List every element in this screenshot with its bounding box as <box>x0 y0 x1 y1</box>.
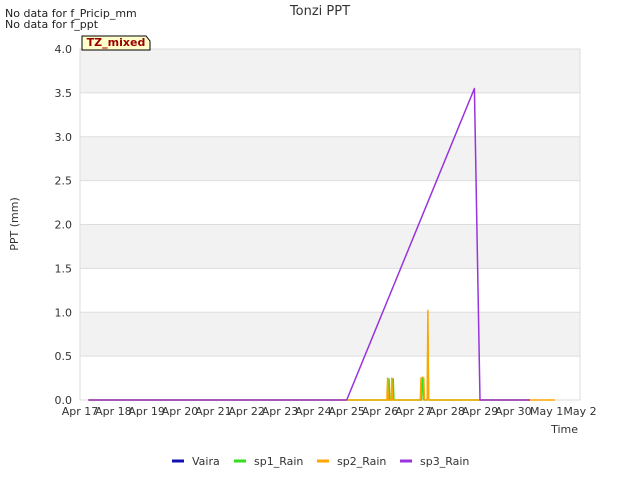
x-tick-label: Apr 19 <box>128 405 165 418</box>
y-tick-label: 1.5 <box>55 262 73 275</box>
y-axis-label: PPT (mm) <box>8 197 21 251</box>
x-tick-label: Apr 21 <box>195 405 232 418</box>
x-tick-label: May 1 <box>530 405 563 418</box>
legend-label-vaira: Vaira <box>192 455 220 468</box>
x-tick-label: Apr 29 <box>462 405 499 418</box>
y-tick-label: 4.0 <box>55 43 73 56</box>
tz-badge-label: TZ_mixed <box>87 36 146 49</box>
x-tick-label: Apr 20 <box>162 405 199 418</box>
legend-label-sp2-rain: sp2_Rain <box>337 455 386 468</box>
x-tick-label: Apr 22 <box>228 405 265 418</box>
chart-title: Tonzi PPT <box>289 4 350 19</box>
y-tick-label: 2.5 <box>55 175 73 188</box>
x-tick-label: Apr 23 <box>262 405 299 418</box>
x-tick-label: May 2 <box>563 405 596 418</box>
y-tick-label: 3.0 <box>55 131 73 144</box>
legend: Vaira sp1_Rain sp2_Rain sp3_Rain <box>172 455 469 468</box>
x-tick-label: Apr 18 <box>95 405 132 418</box>
x-tick-label: Apr 28 <box>428 405 465 418</box>
x-tick-label: Apr 26 <box>362 405 399 418</box>
y-tick-label: 1.0 <box>55 306 73 319</box>
grid-band <box>80 136 580 181</box>
grid-band <box>80 312 580 357</box>
x-tick-label: Apr 30 <box>495 405 532 418</box>
y-tick-label: 0.5 <box>55 350 73 363</box>
tz-badge: TZ_mixed <box>81 35 151 51</box>
x-tick-label: Apr 27 <box>395 405 432 418</box>
y-tick-label: 2.0 <box>55 219 73 232</box>
grid-band <box>80 49 580 93</box>
grid-band <box>80 224 580 269</box>
x-tick-label: Apr 25 <box>328 405 365 418</box>
chart: 0.00.51.01.52.02.53.03.54.0 Apr 17Apr 18… <box>8 4 597 468</box>
y-tick-label: 3.5 <box>55 87 73 100</box>
legend-label-sp3-rain: sp3_Rain <box>420 455 469 468</box>
x-tick-label: Apr 17 <box>62 405 99 418</box>
x-tick-label: Apr 24 <box>295 405 332 418</box>
x-axis-label: Time <box>550 423 578 436</box>
legend-label-sp1-rain: sp1_Rain <box>254 455 303 468</box>
